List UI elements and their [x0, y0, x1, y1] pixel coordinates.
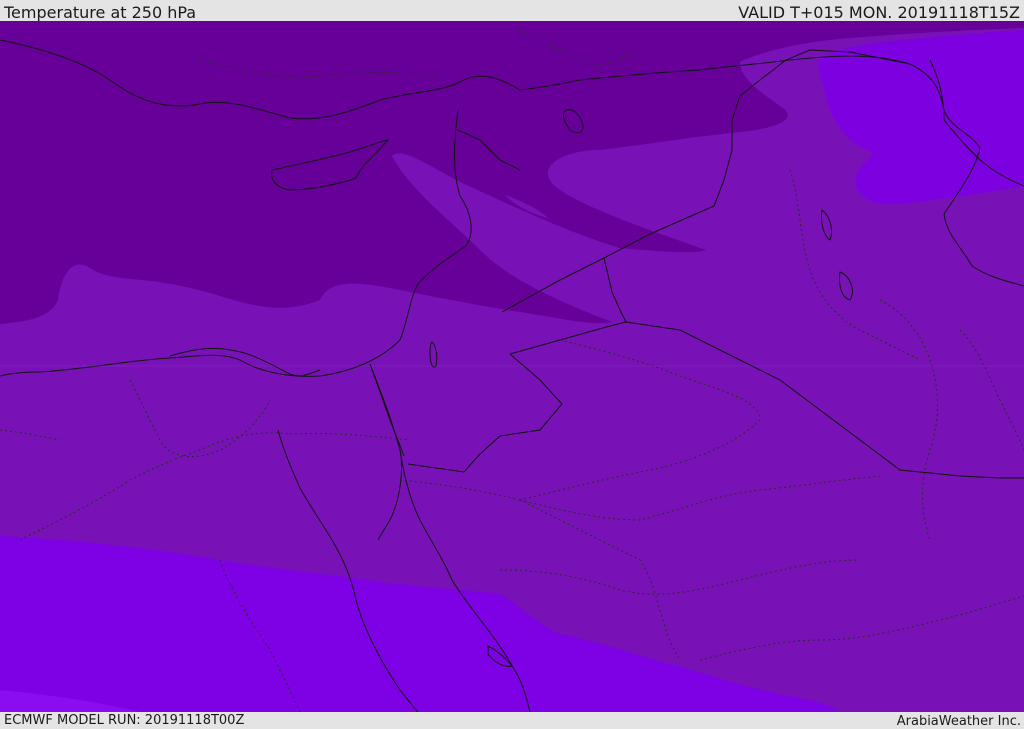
- model-run-label: ECMWF MODEL RUN: 20191118T00Z: [4, 713, 245, 728]
- map-footer: ECMWF MODEL RUN: 20191118T00Z ArabiaWeat…: [0, 712, 1024, 729]
- map-title: Temperature at 250 hPa: [4, 3, 197, 22]
- map-frame: Temperature at 250 hPa VALID T+015 MON. …: [0, 0, 1024, 729]
- map-header: Temperature at 250 hPa VALID T+015 MON. …: [0, 0, 1024, 22]
- temperature-map: [0, 21, 1024, 712]
- valid-time-label: VALID T+015 MON. 20191118T15Z: [738, 3, 1020, 22]
- map-canvas: [0, 21, 1024, 712]
- credit-label: ArabiaWeather Inc.: [896, 714, 1021, 729]
